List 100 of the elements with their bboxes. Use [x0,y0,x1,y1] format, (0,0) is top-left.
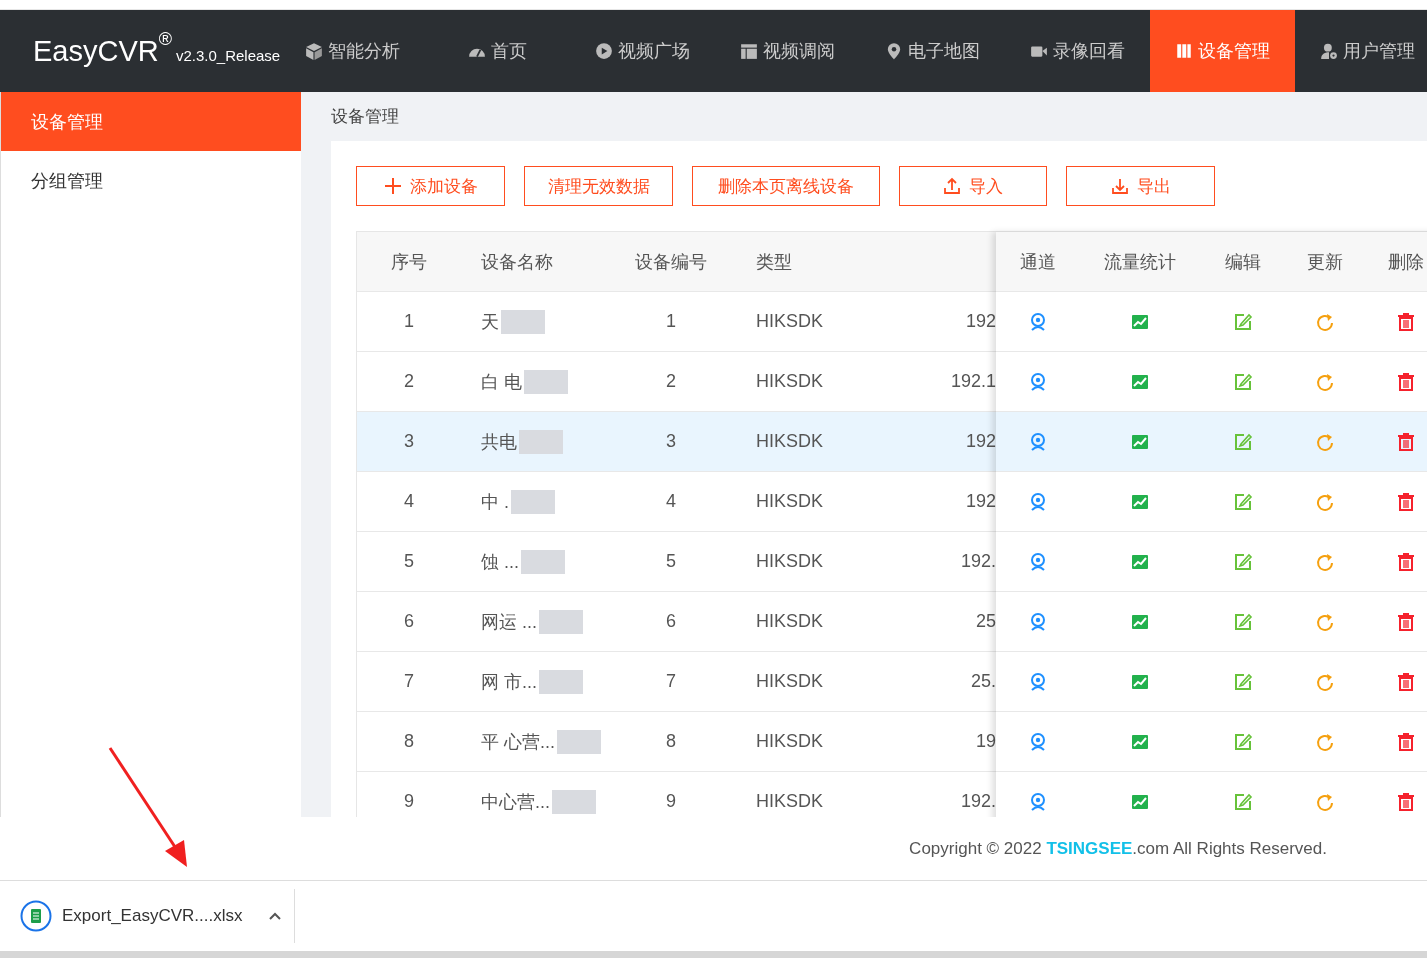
trash-icon[interactable] [1395,551,1416,572]
table-cell: 4 [404,491,414,511]
trash-icon[interactable] [1395,731,1416,752]
cube-icon [305,42,324,60]
caret-icon[interactable] [268,911,283,921]
column-header: 编辑 [1224,251,1261,272]
table-cell: 3 [666,431,676,451]
table-cell: 192 [965,431,996,451]
table-cell-text: 网 市... [481,670,537,694]
table-cell: 9 [404,791,414,811]
nav-tab[interactable]: 首页 [425,10,571,92]
trash-icon[interactable] [1395,311,1416,332]
edit-icon[interactable] [1232,551,1253,572]
table-cell: 4 [666,491,676,511]
nav-tab[interactable]: 视频广场 [570,10,716,92]
download-icon [1110,177,1129,195]
redaction-patch [539,669,583,694]
table-cell: 192. [960,791,996,811]
download-item[interactable]: Export_EasyCVR....xlsx [0,889,295,943]
edit-icon[interactable] [1232,671,1253,692]
nav-tab[interactable]: 智能分析 [280,10,426,92]
refresh-icon[interactable] [1314,731,1335,752]
table-cell: 1 [666,311,676,331]
column-header: 类型 [756,251,792,272]
redaction-patch [539,609,583,634]
nav-tab[interactable]: 录像回看 [1005,10,1151,92]
table-cell: 5 [666,551,676,571]
edit-icon[interactable] [1232,791,1253,812]
table-row[interactable]: 5 蚀 ... 5 HIKSDK 192. [357,532,996,592]
nav-tab[interactable]: 视频调阅 [715,10,861,92]
redaction-patch [552,789,596,814]
user-gear-icon [1320,42,1339,60]
table-cell: 9 [666,791,676,811]
trash-icon[interactable] [1395,791,1416,812]
redaction-patch [557,729,601,754]
edit-icon[interactable] [1232,431,1253,452]
table-row[interactable]: 7 网 市... 7 HIKSDK 25. [357,652,996,712]
table-cell: HIKSDK [756,491,824,511]
sidebar-item[interactable]: 分组管理 [1,151,301,210]
table-cell: 7 [666,671,676,691]
table-cell: 192 [965,311,996,331]
trash-icon[interactable] [1395,671,1416,692]
table-cell: HIKSDK [756,371,824,391]
table-cell: 2 [404,371,414,391]
columns-icon [1175,42,1194,60]
table-cell: HIKSDK [756,791,824,811]
table-cell-text: 网运 ... [481,610,537,634]
table-cell: 192. [960,551,996,571]
table-cell-text: 中 . [481,490,509,514]
table-cell: 25. [970,671,996,691]
play-icon [595,42,614,60]
edit-icon[interactable] [1232,371,1253,392]
refresh-icon[interactable] [1314,551,1335,572]
column-header: 删除 [1387,251,1424,272]
column-header: 通道 [1019,251,1056,272]
edit-icon[interactable] [1232,491,1253,512]
redaction-patch [511,489,555,514]
table-row[interactable]: 4 中 . 4 HIKSDK 192 [357,472,996,532]
trash-icon[interactable] [1395,491,1416,512]
edit-icon[interactable] [1232,731,1253,752]
refresh-icon[interactable] [1314,371,1335,392]
table-cell: 5 [404,551,414,571]
redaction-patch [524,369,568,394]
logo-text: EasyCVR [33,34,159,68]
nav-tab[interactable]: 用户管理 [1295,10,1427,92]
layout-icon [740,42,759,60]
table-cell: HIKSDK [756,611,824,631]
table-cell-text: 平 心营... [481,730,555,754]
trash-icon[interactable] [1395,431,1416,452]
table-row[interactable]: 3 共电 3 HIKSDK 192 [357,412,996,472]
column-header: 序号 [391,251,427,272]
registered-mark: ® [158,28,172,49]
edit-icon[interactable] [1232,311,1253,332]
refresh-icon[interactable] [1314,491,1335,512]
table-row[interactable]: 8 平 心营... 8 HIKSDK 19 [357,712,996,772]
column-header: 更新 [1306,251,1343,272]
trash-icon[interactable] [1395,611,1416,632]
refresh-icon[interactable] [1314,791,1335,812]
copyright-text: Copyright © 2022 TSINGSEE.com All Rights Reserved. [909,838,1327,859]
table-row[interactable]: 6 网运 ... 6 HIKSDK 25 [357,592,996,652]
table-cell: 6 [666,611,676,631]
refresh-icon[interactable] [1314,671,1335,692]
column-header: 设备编号 [635,251,707,272]
table-cell: HIKSDK [756,431,824,451]
refresh-icon[interactable] [1314,311,1335,332]
redaction-patch [501,309,545,334]
refresh-icon[interactable] [1314,431,1335,452]
table-cell-text: 中心营... [481,790,550,814]
table-cell: HIKSDK [756,551,824,571]
table-row[interactable]: 1 天 1 HIKSDK 192 [357,292,996,352]
column-header: 流量统计 [1104,251,1176,272]
table-cell: 6 [404,611,414,631]
edit-icon[interactable] [1232,611,1253,632]
plus-icon [383,177,402,195]
table-cell: HIKSDK [756,671,824,691]
table-cell: 19 [975,731,996,751]
refresh-icon[interactable] [1314,611,1335,632]
nav-tab[interactable]: 电子地图 [860,10,1006,92]
table-row[interactable]: 9 中心营... 9 HIKSDK 192. [357,772,996,817]
trash-icon[interactable] [1395,371,1416,392]
